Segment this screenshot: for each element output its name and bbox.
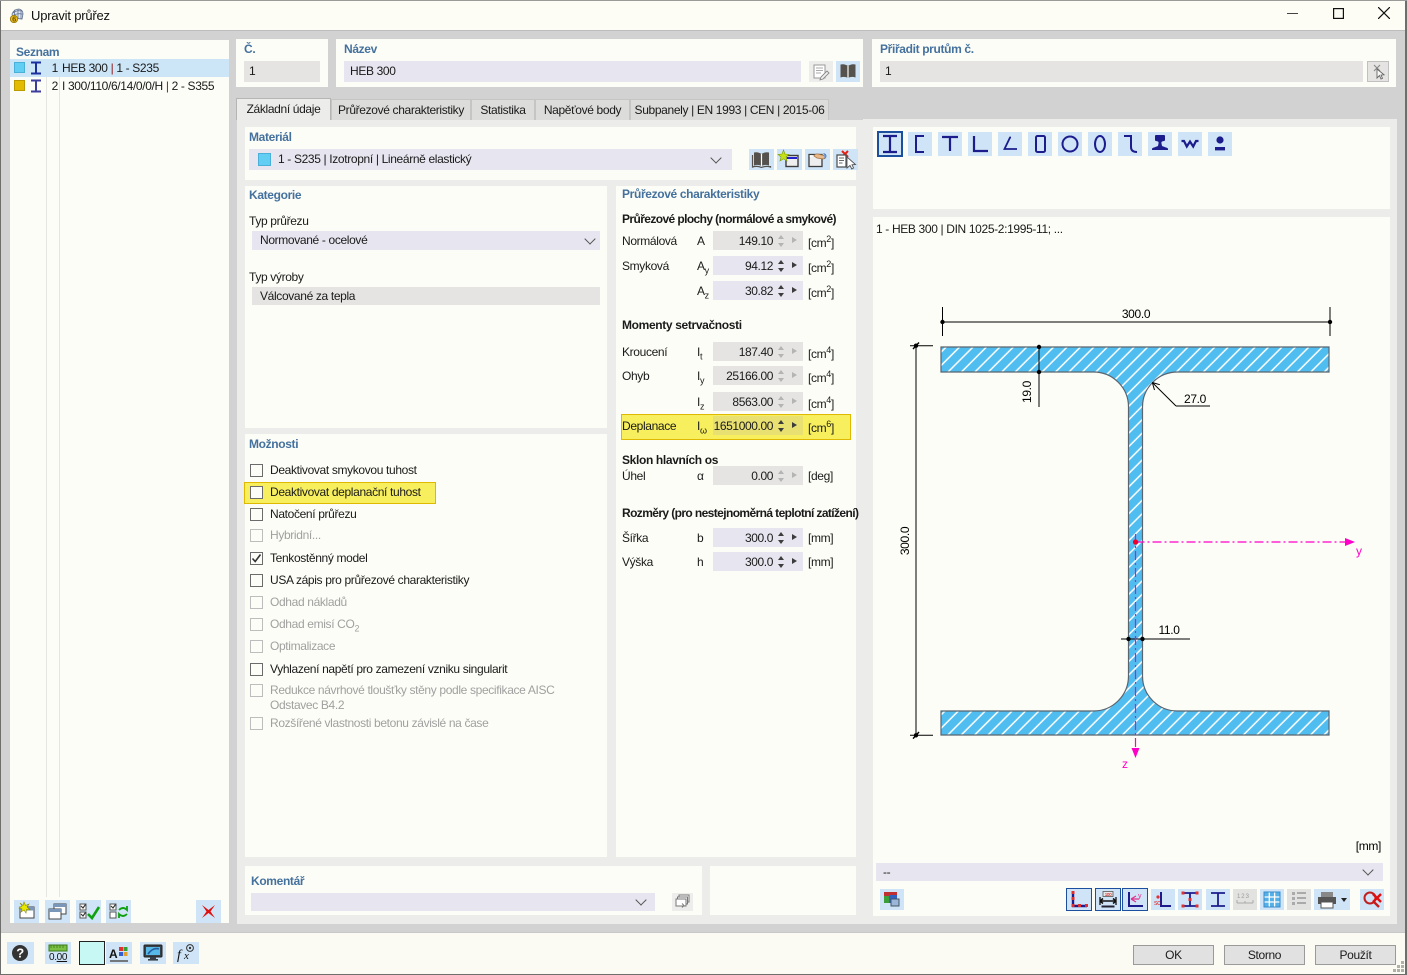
svg-text:f: f	[177, 948, 183, 963]
svg-text:1 2 3: 1 2 3	[1237, 894, 1250, 900]
svg-text:z: z	[1122, 757, 1128, 771]
svg-text:19.0: 19.0	[1020, 380, 1034, 403]
svg-text:y: y	[1356, 544, 1362, 558]
svg-text:sc: sc	[1154, 900, 1161, 907]
svg-text:300.0: 300.0	[898, 526, 912, 555]
svg-text:[mm]: [mm]	[1356, 839, 1381, 853]
svg-text:6: 6	[12, 15, 16, 23]
svg-text:100: 100	[1105, 892, 1112, 897]
svg-text:27.0: 27.0	[1184, 392, 1207, 406]
svg-text:300.0: 300.0	[1122, 307, 1151, 321]
svg-text:y: y	[1138, 893, 1142, 900]
svg-text:11.0: 11.0	[1158, 623, 1180, 637]
svg-text:0.00: 0.00	[49, 952, 68, 963]
svg-text:?: ?	[16, 946, 24, 961]
svg-text:x: x	[183, 950, 189, 962]
svg-text:A: A	[109, 947, 118, 961]
